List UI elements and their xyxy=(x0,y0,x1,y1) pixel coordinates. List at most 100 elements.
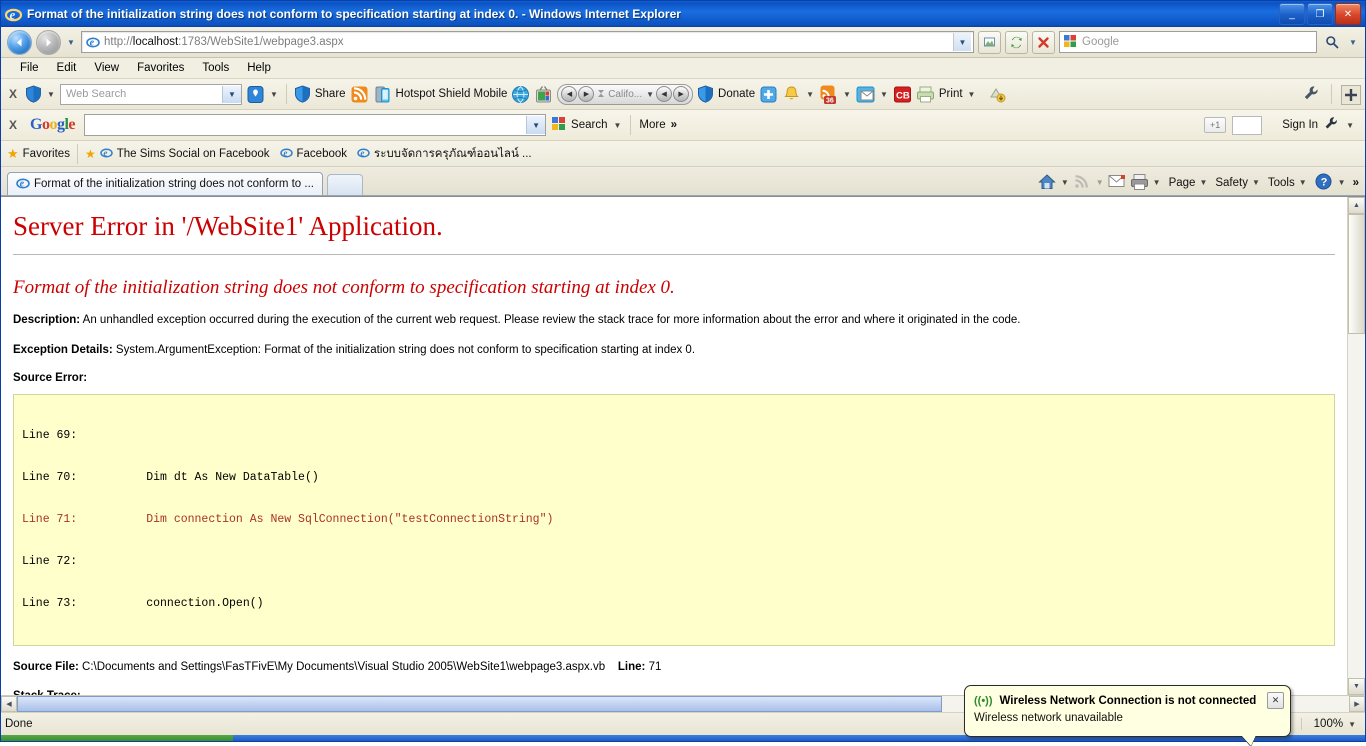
add-plus-icon[interactable] xyxy=(759,85,778,104)
google-more-label[interactable]: More xyxy=(639,119,665,131)
page-dropdown-icon[interactable]: ▼ xyxy=(1198,178,1208,187)
home-icon[interactable] xyxy=(1038,173,1057,192)
share-label[interactable]: Share xyxy=(315,88,346,100)
menu-item-view[interactable]: View xyxy=(85,61,128,75)
menu-item-favorites[interactable]: Favorites xyxy=(128,61,193,75)
home-dropdown-icon[interactable]: ▼ xyxy=(1060,178,1070,187)
media-dropdown-icon[interactable]: ▼ xyxy=(645,90,655,99)
compatibility-view-button[interactable] xyxy=(978,30,1001,54)
google-search-button-icon[interactable] xyxy=(551,116,566,134)
menu-item-file[interactable]: File xyxy=(11,61,48,75)
maximize-button[interactable]: ❐ xyxy=(1307,3,1333,25)
tab-active[interactable]: e Format of the initialization string do… xyxy=(7,172,323,195)
search-input[interactable]: Google xyxy=(1059,31,1317,53)
rss-feed-icon[interactable] xyxy=(350,85,369,104)
favorites-label[interactable]: Favorites xyxy=(23,148,70,160)
google-query-dropdown-icon[interactable]: ▼ xyxy=(526,116,546,134)
media-volume-down-button[interactable]: ◀ xyxy=(656,86,673,102)
media-next-button[interactable]: ▶ xyxy=(578,86,595,102)
google-signin-label[interactable]: Sign In xyxy=(1282,119,1318,131)
google-search-dropdown-icon[interactable]: ▼ xyxy=(612,121,622,130)
safety-dropdown-icon[interactable]: ▼ xyxy=(1251,178,1261,187)
new-tab-button[interactable] xyxy=(326,174,363,195)
download-manager-icon[interactable] xyxy=(988,85,1007,104)
google-search-input[interactable]: ▼ xyxy=(84,114,547,136)
rss-badge-icon[interactable]: 36 xyxy=(819,85,838,104)
wrench-settings-icon[interactable] xyxy=(1303,85,1322,104)
favorite-item-sims[interactable]: e The Sims Social on Facebook xyxy=(99,146,270,162)
google-settings-dropdown-icon[interactable]: ▼ xyxy=(1345,121,1355,130)
scroll-left-button[interactable]: ◀ xyxy=(1,696,17,712)
vertical-scrollbar[interactable]: ▲ ▼ xyxy=(1347,197,1365,695)
bookmark-dropdown-icon[interactable]: ▼ xyxy=(269,90,279,99)
command-overflow-icon[interactable]: » xyxy=(1353,177,1359,189)
back-button[interactable] xyxy=(7,29,32,55)
scroll-up-button[interactable]: ▲ xyxy=(1348,197,1365,214)
vertical-scroll-track[interactable] xyxy=(1348,334,1365,678)
scroll-right-button[interactable]: ▶ xyxy=(1349,696,1365,712)
donate-shield-icon[interactable] xyxy=(697,85,714,103)
google-more-chevron-icon[interactable]: » xyxy=(671,119,677,131)
print-icon[interactable] xyxy=(916,85,935,104)
mail-envelope-icon[interactable] xyxy=(856,85,875,104)
print-command-dropdown-icon[interactable]: ▼ xyxy=(1152,178,1162,187)
bell-dropdown-icon[interactable]: ▼ xyxy=(805,90,815,99)
toolbar-close-button[interactable]: X xyxy=(5,87,21,101)
search-go-icon[interactable] xyxy=(1321,32,1343,52)
tools-dropdown-icon[interactable]: ▼ xyxy=(1298,178,1308,187)
menu-item-edit[interactable]: Edit xyxy=(48,61,86,75)
add-to-favorites-icon[interactable]: ★ xyxy=(85,147,96,161)
address-bar[interactable]: e http://localhost:1783/WebSite1/webpage… xyxy=(81,31,974,53)
close-button[interactable]: ✕ xyxy=(1335,3,1361,25)
help-dropdown-icon[interactable]: ▼ xyxy=(1337,178,1347,187)
hotspot-dropdown-icon[interactable]: ▼ xyxy=(46,90,56,99)
search-dropdown-icon[interactable]: ▼ xyxy=(1347,38,1359,47)
google-settings-wrench-icon[interactable] xyxy=(1324,116,1339,134)
safety-menu-label[interactable]: Safety xyxy=(1215,177,1248,189)
plus-one-button[interactable]: +1 xyxy=(1204,117,1227,133)
donate-label[interactable]: Donate xyxy=(718,88,755,100)
notifications-bell-icon[interactable] xyxy=(782,85,801,104)
mail-icon[interactable] xyxy=(1108,173,1127,192)
scroll-down-button[interactable]: ▼ xyxy=(1348,678,1365,695)
zoom-control[interactable]: 100% ▼ xyxy=(1300,718,1361,730)
media-player-controls[interactable]: ◀ ▶ Califo... ▼ ◀ ▶ xyxy=(557,83,694,105)
share-shield-icon[interactable] xyxy=(294,85,311,103)
hotspot-shield-icon[interactable] xyxy=(25,85,42,103)
favorite-item-facebook[interactable]: e Facebook xyxy=(279,146,347,162)
rss-dropdown-icon[interactable]: ▼ xyxy=(842,90,852,99)
add-toolbar-icon[interactable] xyxy=(1341,84,1361,105)
history-dropdown-icon[interactable]: ▼ xyxy=(65,38,77,47)
print-command-icon[interactable] xyxy=(1130,173,1149,192)
google-search-label[interactable]: Search xyxy=(571,119,607,131)
hotspot-shield-mobile-label[interactable]: Hotspot Shield Mobile xyxy=(396,88,508,100)
google-account-box[interactable] xyxy=(1232,115,1263,135)
media-volume-up-button[interactable]: ▶ xyxy=(673,86,690,102)
web-search-dropdown-icon[interactable]: ▼ xyxy=(221,85,241,103)
forward-button[interactable] xyxy=(36,29,61,55)
address-dropdown-icon[interactable]: ▼ xyxy=(953,33,971,51)
page-menu-label[interactable]: Page xyxy=(1169,177,1196,189)
web-search-combo[interactable]: Web Search ▼ xyxy=(59,83,242,105)
cb-toolbar-icon[interactable]: CB xyxy=(893,85,912,104)
tv-icon[interactable] xyxy=(534,85,553,104)
mobile-device-icon[interactable] xyxy=(373,85,392,104)
mail-dropdown-icon[interactable]: ▼ xyxy=(879,90,889,99)
refresh-button[interactable] xyxy=(1005,30,1028,54)
print-dropdown-icon[interactable]: ▼ xyxy=(967,90,977,99)
media-prev-button[interactable]: ◀ xyxy=(561,86,578,102)
favorite-item-thai[interactable]: e ระบบจัดการครุภัณฑ์ออนไลน์ ... xyxy=(357,145,532,163)
stop-button[interactable] xyxy=(1032,30,1055,54)
horizontal-scroll-thumb[interactable] xyxy=(17,696,942,712)
help-icon[interactable]: ? xyxy=(1315,173,1334,192)
balloon-close-button[interactable]: ✕ xyxy=(1267,692,1284,709)
menu-item-help[interactable]: Help xyxy=(238,61,280,75)
menu-item-tools[interactable]: Tools xyxy=(193,61,238,75)
vertical-scroll-thumb[interactable] xyxy=(1348,214,1365,334)
zoom-dropdown-icon[interactable]: ▼ xyxy=(1347,720,1357,729)
print-label[interactable]: Print xyxy=(939,88,963,100)
google-toolbar-close-button[interactable]: X xyxy=(5,118,21,132)
globe-icon[interactable] xyxy=(511,85,530,104)
favorites-star-icon[interactable]: ★ xyxy=(7,146,19,162)
minimize-button[interactable]: _ xyxy=(1279,3,1305,25)
